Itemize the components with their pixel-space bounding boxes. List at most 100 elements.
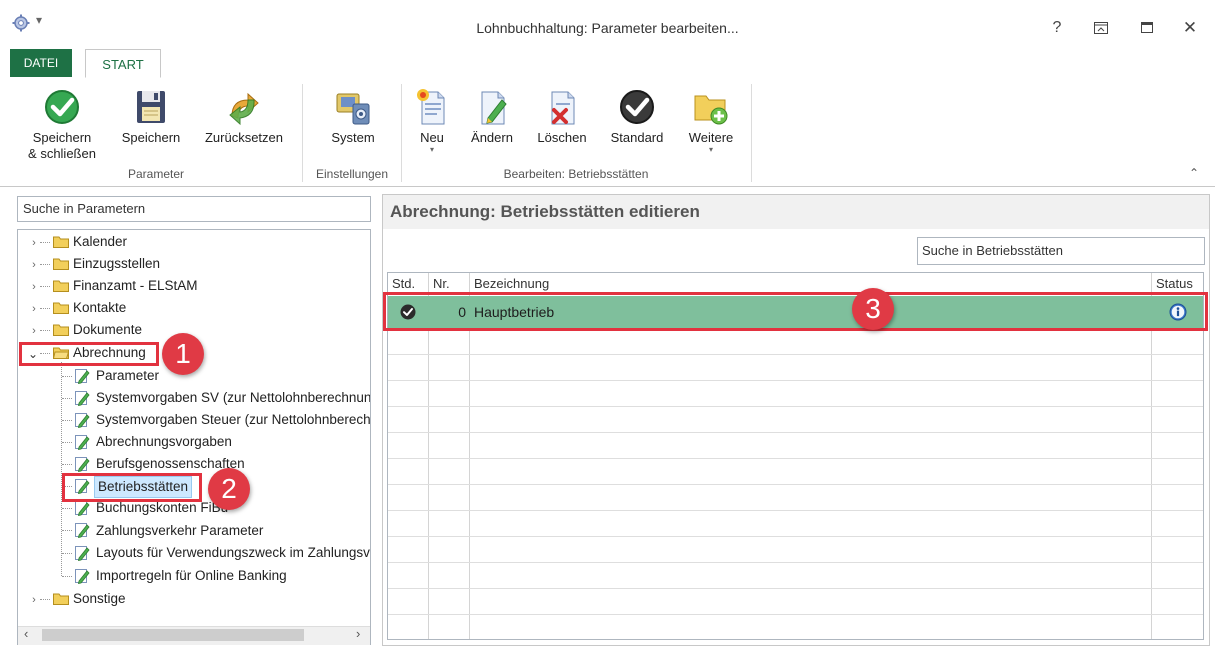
tree-item-abrechnungsvorgaben[interactable]: Abrechnungsvorgaben <box>96 431 232 453</box>
collapse-ribbon-icon[interactable]: ⌃ <box>1189 166 1199 180</box>
tree-item-abrechnung[interactable]: Abrechnung <box>73 342 146 364</box>
tree-connector <box>40 599 50 600</box>
tree-item-buchungskonten[interactable]: Buchungskonten FiBu <box>96 497 228 519</box>
collapse-icon[interactable]: ⌄ <box>27 347 39 361</box>
tab-start[interactable]: START <box>85 49 161 78</box>
grid-row-divider <box>388 458 1203 459</box>
expand-icon[interactable]: › <box>28 259 40 271</box>
tree-item-layouts[interactable]: Layouts für Verwendungszweck im Zahlungs… <box>96 542 370 564</box>
grid-header-divider <box>388 294 1203 295</box>
tree-item-systemvorgaben-sv[interactable]: Systemvorgaben SV (zur Nettolohnberechnu… <box>96 387 370 409</box>
expand-icon[interactable]: › <box>28 281 40 293</box>
tree-connector <box>40 242 50 243</box>
help-button[interactable]: ? <box>1040 14 1074 42</box>
grid-row-divider <box>388 406 1203 407</box>
tab-datei[interactable]: DATEI <box>10 49 72 77</box>
edit-document-icon <box>75 391 90 406</box>
standard-button[interactable]: Standard <box>603 80 671 146</box>
maximize-button[interactable] <box>1130 14 1164 42</box>
folder-icon <box>53 593 69 605</box>
expand-icon[interactable]: › <box>28 325 40 337</box>
floppy-disk-icon <box>137 91 165 123</box>
tree-connector <box>62 530 72 531</box>
tree-item-sonstige[interactable]: Sonstige <box>73 588 126 610</box>
tree-connector <box>40 330 50 331</box>
info-icon[interactable] <box>1169 303 1187 321</box>
column-header-bezeichnung[interactable]: Bezeichnung <box>474 274 549 294</box>
tree-item-kalender[interactable]: Kalender <box>73 231 127 253</box>
callout-badge-3: 3 <box>852 288 894 330</box>
edit-document-icon <box>481 91 507 125</box>
expand-icon[interactable]: › <box>28 594 40 606</box>
edit-document-icon <box>75 501 90 516</box>
ribbon-separator <box>401 84 402 182</box>
edit-label: Ändern <box>471 130 513 145</box>
save-label: Speichern <box>121 130 181 145</box>
grid-row-divider <box>388 588 1203 589</box>
column-header-status[interactable]: Status <box>1156 274 1193 294</box>
save-and-close-button[interactable]: Speichern & schließen <box>20 80 104 162</box>
ribbon-tab-bar <box>0 48 1215 79</box>
editor-title: Abrechnung: Betriebsstätten editieren <box>390 202 700 221</box>
delete-button[interactable]: Löschen <box>530 80 594 146</box>
edit-document-icon <box>75 569 90 584</box>
grid-row-divider <box>388 536 1203 537</box>
callout-badge-2: 2 <box>208 468 250 510</box>
save-close-label-2: & schließen <box>28 146 96 161</box>
folder-icon <box>53 258 69 270</box>
ribbon-group-einstellungen: Einstellungen <box>315 167 389 181</box>
grid-row-divider <box>388 484 1203 485</box>
edit-document-icon <box>75 523 90 538</box>
new-document-icon <box>417 89 445 125</box>
reset-label: Zurücksetzen <box>204 130 284 145</box>
more-button[interactable]: Weitere ▾ <box>680 80 742 154</box>
more-label: Weitere <box>688 130 734 145</box>
column-header-nr[interactable]: Nr. <box>433 274 450 294</box>
open-folder-icon <box>53 347 69 359</box>
tree-item-systemvorgaben-steuer[interactable]: Systemvorgaben Steuer (zur Nettolohnbere… <box>96 409 370 431</box>
tree-connector <box>62 442 72 443</box>
default-check-icon <box>620 90 654 124</box>
grid-row-divider <box>388 614 1203 615</box>
reset-button[interactable]: Zurücksetzen <box>198 80 290 146</box>
green-check-icon <box>45 90 79 124</box>
tree-item-dokumente[interactable]: Dokumente <box>73 319 142 341</box>
tree-item-parameter[interactable]: Parameter <box>96 365 159 387</box>
tree-item-importregeln[interactable]: Importregeln für Online Banking <box>96 565 287 587</box>
ribbon-separator <box>751 84 752 182</box>
ribbon-separator <box>302 84 303 182</box>
scroll-right-icon[interactable]: › <box>356 626 360 641</box>
tree-connector <box>62 553 72 554</box>
ribbon-display-options-button[interactable] <box>1084 14 1118 42</box>
parameter-search-input[interactable]: Suche in Parametern <box>17 196 371 222</box>
new-button[interactable]: Neu ▾ <box>410 80 454 154</box>
save-button[interactable]: Speichern <box>114 80 188 146</box>
tree-connector <box>62 420 72 421</box>
default-check-icon <box>400 304 416 320</box>
close-button[interactable]: ✕ <box>1173 14 1207 42</box>
window-title: Lohnbuchhaltung: Parameter bearbeiten... <box>476 20 739 36</box>
tree-item-zahlungsverkehr[interactable]: Zahlungsverkehr Parameter <box>96 520 263 542</box>
betriebsstaetten-search-input[interactable]: Suche in Betriebsstätten <box>917 237 1205 265</box>
expand-icon[interactable]: › <box>28 237 40 249</box>
tree-connector <box>62 376 72 377</box>
tree-connector <box>62 508 72 509</box>
more-dropdown-caret-icon: ▾ <box>708 145 713 154</box>
folder-icon <box>53 236 69 248</box>
tree-item-betriebsstaetten[interactable]: Betriebsstätten <box>94 476 193 498</box>
expand-icon[interactable]: › <box>28 303 40 315</box>
system-button[interactable]: System <box>318 80 388 146</box>
tree-connector <box>40 353 50 354</box>
tree-item-finanzamt[interactable]: Finanzamt - ELStAM <box>73 275 198 297</box>
column-header-std[interactable]: Std. <box>392 274 415 294</box>
scroll-left-icon[interactable]: ‹ <box>24 626 28 641</box>
edit-document-icon <box>75 479 90 494</box>
tree-item-einzugsstellen[interactable]: Einzugsstellen <box>73 253 160 275</box>
edit-button[interactable]: Ändern <box>464 80 520 146</box>
tree-item-kontakte[interactable]: Kontakte <box>73 297 126 319</box>
tree-connector <box>40 286 50 287</box>
ribbon-group-parameter: Parameter <box>127 167 185 181</box>
maximize-icon <box>1141 22 1153 33</box>
grid-row-divider <box>388 562 1203 563</box>
scrollbar-thumb[interactable] <box>42 629 304 641</box>
